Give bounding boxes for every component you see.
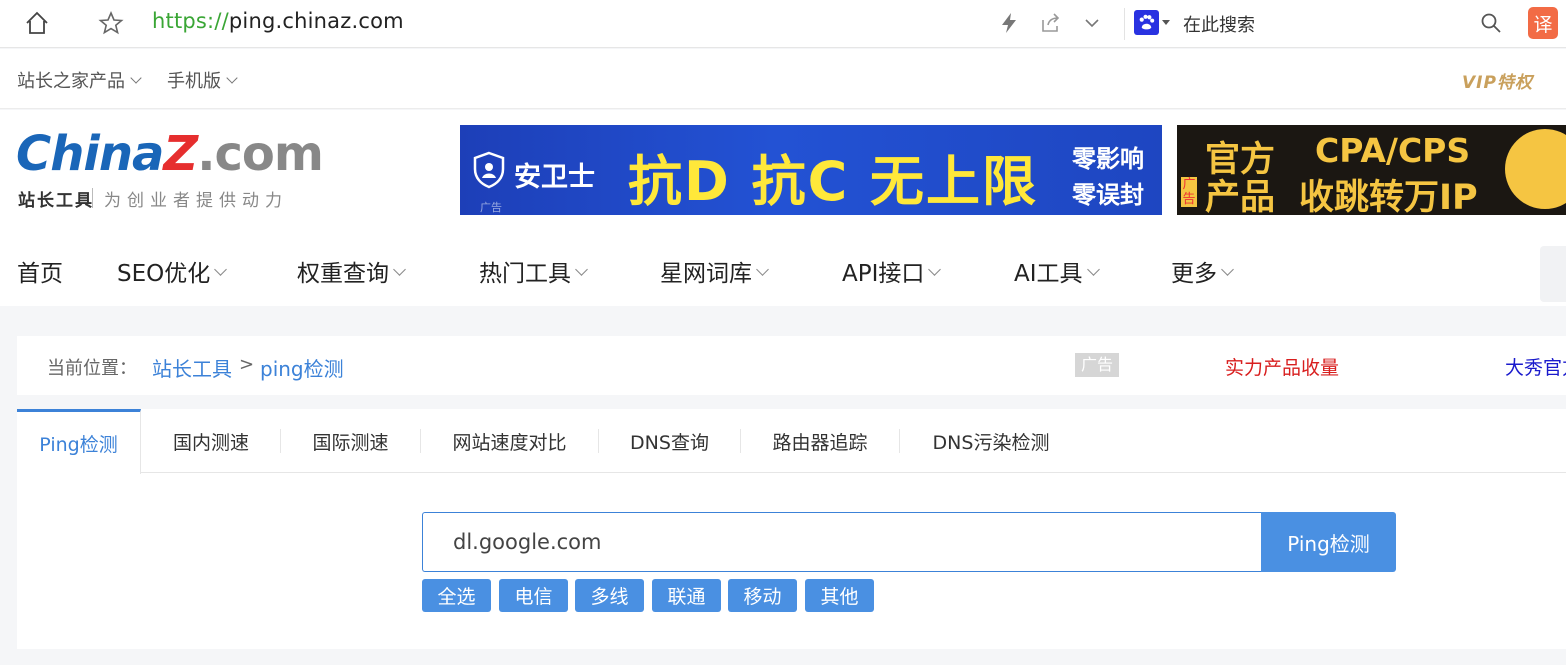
home-icon[interactable] (20, 6, 54, 40)
mobile-menu-label: 手机版 (167, 71, 221, 92)
browser-search-input[interactable]: 在此搜索 (1183, 11, 1255, 37)
mobile-menu[interactable]: 手机版 (167, 67, 238, 93)
breadcrumb-link-ping[interactable]: ping检测 (260, 353, 344, 382)
site-header: ChinaZ.com 站长工具 为创业者提供动力 安卫士 抗D 抗C 无上限 零… (0, 110, 1566, 306)
tool-tabs: Ping检测 国内测速 国际测速 网站速度对比 DNS查询 路由器追踪 DNS污… (17, 409, 1566, 474)
chevron-down-icon[interactable] (1075, 6, 1109, 40)
line-option-all[interactable]: 全选 (422, 579, 491, 612)
tab-dns-pollution[interactable]: DNS污染检测 (900, 409, 1082, 473)
chevron-down-icon (393, 262, 406, 276)
line-option-telecom[interactable]: 电信 (499, 579, 568, 612)
nav-item-hot-tools[interactable]: 热门工具 (479, 254, 588, 288)
ad-tag: 广告 (1075, 353, 1119, 377)
chevron-down-icon (130, 72, 142, 84)
logo-subtitle: 站长工具 (18, 191, 94, 211)
translate-button[interactable]: 译 (1528, 7, 1558, 39)
chevron-down-icon (226, 72, 238, 84)
text-ad-link-1[interactable]: 实力产品收量 (1225, 353, 1339, 380)
lightning-icon[interactable] (992, 6, 1026, 40)
ad-logo-icon (1505, 129, 1566, 209)
address-bar[interactable]: https://ping.chinaz.com (152, 9, 404, 33)
tab-speed-compare[interactable]: 网站速度对比 (421, 409, 598, 473)
nav-item-api[interactable]: API接口 (842, 254, 942, 288)
ad-headline: 抗D 抗C 无上限 (628, 150, 1039, 213)
ad-banner-cpa[interactable]: 广告 官方 产品 CPA/CPS 收跳转万IP (1177, 125, 1566, 215)
nav-item-weight[interactable]: 权重查询 (297, 254, 406, 288)
nav-item-seo[interactable]: SEO优化 (117, 254, 228, 288)
products-menu-label: 站长之家产品 (17, 71, 125, 92)
ad-subline-1: 零影响 (1072, 145, 1144, 173)
nav-search-box-edge[interactable] (1540, 246, 1566, 302)
breadcrumb-separator: > (239, 354, 255, 375)
ad-tag: 广告 (480, 201, 502, 214)
logo-wordmark: ChinaZ.com (16, 126, 324, 182)
main-nav: 首页 SEO优化 权重查询 热门工具 星网词库 API接口 AI工具 更多 (0, 246, 1566, 306)
line-option-other[interactable]: 其他 (805, 579, 874, 612)
line-option-mobile[interactable]: 移动 (728, 579, 797, 612)
breadcrumb-link-tools[interactable]: 站长工具 (152, 353, 232, 382)
search-icon[interactable] (1474, 6, 1508, 40)
ad-line-1b: CPA/CPS (1315, 131, 1471, 170)
ad-line-2b: 收跳转万IP (1299, 178, 1478, 215)
tab-domestic-speed[interactable]: 国内测速 (141, 409, 281, 473)
line-option-unicom[interactable]: 联通 (652, 579, 721, 612)
breadcrumb: 当前位置： 站长工具 > ping检测 广告 实力产品收量 大秀官方 (17, 336, 1566, 395)
chevron-down-icon (756, 262, 769, 276)
toolbar-divider (1124, 8, 1125, 40)
ad-tag: 广告 (1181, 177, 1197, 207)
vip-link[interactable]: VIP特权 (1462, 68, 1533, 93)
nav-item-more[interactable]: 更多 (1171, 254, 1234, 288)
ad-line-2a: 产品 (1205, 178, 1276, 215)
browser-toolbar: https://ping.chinaz.com 在此搜索 译 (0, 0, 1566, 48)
nav-item-ai-tools[interactable]: AI工具 (1014, 254, 1100, 288)
ad-brand: 安卫士 (514, 162, 595, 193)
nav-item-keywords[interactable]: 星网词库 (660, 254, 769, 288)
tab-traceroute[interactable]: 路由器追踪 (741, 409, 899, 473)
chevron-down-icon (214, 262, 228, 276)
logo-slogan: 为创业者提供动力 (104, 191, 288, 211)
url-protocol: https:// (152, 9, 229, 33)
line-option-multiline[interactable]: 多线 (575, 579, 644, 612)
site-logo[interactable]: ChinaZ.com 站长工具 为创业者提供动力 (16, 126, 326, 216)
ping-panel: Ping检测 国内测速 国际测速 网站速度对比 DNS查询 路由器追踪 DNS污… (17, 409, 1566, 649)
bookmark-star-icon[interactable] (94, 6, 128, 40)
nav-item-home[interactable]: 首页 (17, 254, 63, 288)
chevron-down-icon (575, 262, 588, 276)
ad-subline-2: 零误封 (1072, 181, 1144, 209)
chevron-down-icon (928, 262, 942, 276)
chevron-down-icon (1221, 262, 1234, 276)
site-topbar: 站长之家产品 手机版 VIP特权 (0, 49, 1566, 109)
search-engine-caret-icon[interactable] (1162, 20, 1170, 25)
chevron-down-icon (1086, 262, 1100, 276)
tab-dns-query[interactable]: DNS查询 (599, 409, 740, 473)
share-icon[interactable] (1034, 6, 1068, 40)
baidu-paw-icon[interactable] (1134, 10, 1159, 35)
url-host: ping.chinaz.com (228, 9, 404, 33)
shield-icon (473, 151, 505, 189)
ping-submit-button[interactable]: Ping检测 (1261, 512, 1396, 572)
breadcrumb-label: 当前位置： (47, 358, 137, 379)
ad-banner-anweishi[interactable]: 安卫士 抗D 抗C 无上限 零影响 零误封 广告 (460, 125, 1162, 215)
tab-international-speed[interactable]: 国际测速 (281, 409, 420, 473)
tab-ping[interactable]: Ping检测 (17, 409, 141, 474)
text-ad-link-2[interactable]: 大秀官方 (1505, 353, 1566, 380)
ping-host-input[interactable] (422, 512, 1262, 572)
products-menu[interactable]: 站长之家产品 (17, 67, 142, 93)
logo-divider (92, 188, 93, 208)
